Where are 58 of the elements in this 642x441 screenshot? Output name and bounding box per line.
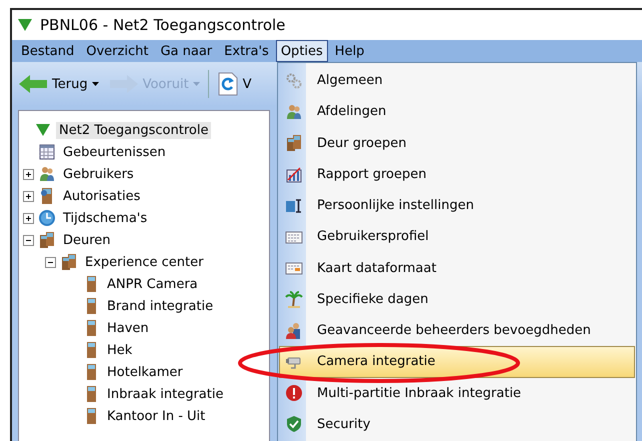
menu-item[interactable]: Bestand	[16, 40, 80, 62]
shield-icon	[285, 415, 303, 434]
menu-option[interactable]: Gebruikersprofiel	[279, 221, 635, 252]
menu-option[interactable]: Persoonlijke instellingen	[279, 190, 635, 222]
doors-icon	[60, 253, 78, 271]
alert-icon	[285, 384, 303, 402]
people-icon	[38, 165, 56, 183]
menu-option[interactable]: Kaart dataformaat	[279, 252, 635, 284]
left-arrow-icon	[18, 74, 48, 94]
gears-icon	[285, 72, 303, 90]
calendar-icon	[38, 143, 56, 161]
doors-icon	[38, 231, 56, 249]
tree-item[interactable]: Autorisaties	[60, 188, 144, 204]
tree-item[interactable]: Gebeurtenissen	[60, 144, 169, 160]
collapse-toggle[interactable]	[45, 256, 56, 268]
tree-item[interactable]: Net2 Toegangscontrole	[56, 122, 212, 138]
menu-item[interactable]: Ga naar	[155, 40, 218, 62]
menu-option[interactable]: Rapport groepen	[279, 158, 635, 190]
menu-item[interactable]: Overzicht	[81, 40, 154, 62]
collapse-toggle[interactable]	[23, 234, 34, 246]
people-icon	[285, 322, 303, 340]
menu-option[interactable]: Multi-partitie Inbraak integratie	[279, 378, 635, 409]
refresh-button[interactable]: V	[214, 70, 254, 98]
expand-toggle[interactable]	[23, 190, 34, 202]
tree-item[interactable]: Experience center	[82, 254, 206, 270]
caret-icon	[92, 82, 99, 86]
menu-item[interactable]: Extra's	[219, 40, 274, 62]
menu-item[interactable]: Help	[330, 40, 370, 62]
tree-item[interactable]: Hotelkamer	[104, 364, 186, 380]
window-title: PBNL06 - Net2 Toegangscontrole	[40, 16, 286, 34]
caret-icon	[192, 82, 200, 86]
tree-item[interactable]: Kantoor In - Uit	[104, 408, 208, 424]
tree-item[interactable]: Gebruikers	[60, 166, 137, 182]
menu-option[interactable]: Afdelingen	[279, 96, 635, 128]
tree-item[interactable]: ANPR Camera	[104, 276, 201, 292]
menu-option[interactable]: Algemeen	[279, 65, 635, 96]
people-icon	[285, 102, 303, 121]
tree-item[interactable]: Brand integratie	[104, 298, 216, 314]
tree-item[interactable]: Haven	[104, 320, 152, 336]
back-button[interactable]: Terug	[16, 72, 101, 96]
tree-item[interactable]: Hek	[104, 342, 136, 358]
tree-item[interactable]: Inbraak integratie	[104, 386, 226, 402]
tree-item[interactable]: Tijdschema's	[60, 210, 150, 226]
expand-toggle[interactable]	[23, 212, 34, 224]
menu-item[interactable]: Opties	[276, 40, 328, 62]
menu-option[interactable]: Geavanceerde beheerders bevoegdheden	[279, 315, 635, 346]
expand-toggle[interactable]	[23, 168, 34, 180]
menu-option[interactable]: Camera integratie	[279, 346, 635, 378]
menu-option[interactable]: Deur groepen	[279, 128, 635, 159]
refresh-icon	[216, 72, 239, 96]
tree-item[interactable]: Deuren	[60, 232, 114, 248]
menu-option[interactable]: Security	[279, 408, 635, 440]
chart-icon	[285, 165, 303, 184]
palm-tree-icon	[285, 290, 303, 308]
text-cursor-icon	[285, 196, 303, 215]
doors-icon	[285, 134, 303, 152]
menu-option[interactable]: Specifieke dagen	[279, 284, 635, 315]
clock-icon	[38, 209, 56, 227]
